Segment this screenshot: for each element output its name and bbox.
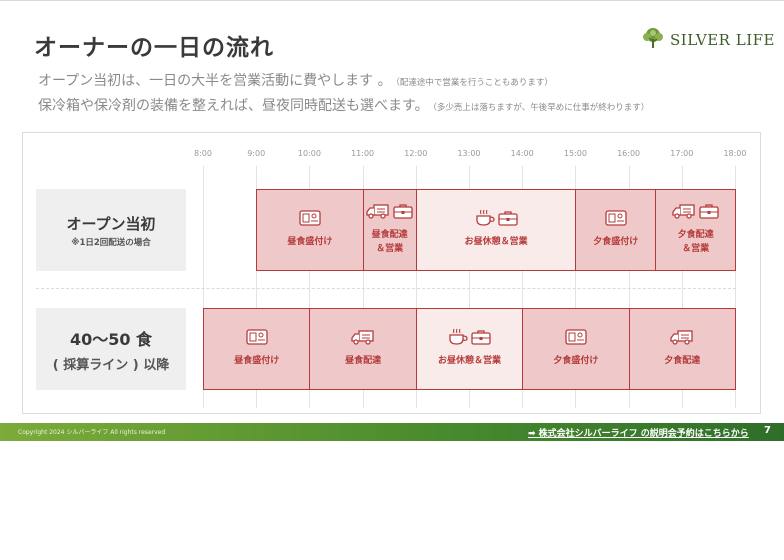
block-label: お昼休憩＆営業 xyxy=(464,237,528,247)
row-label-main: オープン当初 xyxy=(66,214,156,233)
schedule-block: 夕食配達 ＆営業 xyxy=(655,189,736,271)
schedule-block: 夕食盛付け xyxy=(522,308,630,390)
block-label: 昼食配達 ＆営業 xyxy=(371,230,408,254)
subtitle-line-1: オープン当初は、一日の大半を営業活動に費やします 。（配達途中で営業を行うことも… xyxy=(38,70,553,90)
meal-box-icon xyxy=(299,210,321,230)
logo-text: SILVER LIFE xyxy=(670,31,775,49)
briefcase-icon xyxy=(699,203,719,223)
page-title: オーナーの一日の流れ xyxy=(34,35,274,61)
briefcase-icon xyxy=(393,203,413,223)
time-tick: 18:00 xyxy=(723,149,747,158)
time-tick: 11:00 xyxy=(351,149,375,158)
tree-logo-icon xyxy=(640,27,666,53)
time-tick: 14:00 xyxy=(510,149,534,158)
row-label-sub: ※1日2回配送の場合 xyxy=(71,237,151,248)
row-label-sub: ( 採算ライン ) 以降 xyxy=(52,357,170,373)
schedule-block: お昼休憩＆営業 xyxy=(415,189,577,271)
meal-box-icon xyxy=(605,210,627,230)
time-tick: 8:00 xyxy=(194,149,212,158)
block-label: 昼食盛付け xyxy=(234,356,280,366)
block-icons xyxy=(565,329,587,349)
block-label: 昼食配達 xyxy=(345,356,382,366)
schedule-block: 昼食配達 ＆営業 xyxy=(362,189,417,271)
subtitle-text: 保冷箱や保冷剤の装備を整えれば、昼夜同時配送も選べます。 xyxy=(38,98,429,114)
schedule-block: 夕食盛付け xyxy=(575,189,657,271)
block-label: 夕食配達 ＆営業 xyxy=(677,230,714,254)
block-label: 夕食盛付け xyxy=(593,237,639,247)
block-icons xyxy=(672,204,719,222)
block-label: お昼休憩＆営業 xyxy=(437,356,501,366)
subtitle-line-2: 保冷箱や保冷剤の装備を整えれば、昼夜同時配送も選べます。 （多少売上は落ちますが、… xyxy=(38,95,649,115)
delivery-truck-icon xyxy=(351,329,375,349)
time-tick: 12:00 xyxy=(404,149,428,158)
block-icons xyxy=(605,210,627,230)
page-number: 7 xyxy=(764,425,771,436)
block-icons xyxy=(351,330,375,348)
subtitle-text: オープン当初は、一日の大半を営業活動に費やします 。 xyxy=(38,73,392,89)
schedule-block: 昼食盛付け xyxy=(203,308,311,390)
block-icons xyxy=(299,210,321,230)
schedule-block: 昼食配達 xyxy=(309,308,417,390)
copyright-text: Copyright 2024 シルバーライフ All rights reserv… xyxy=(18,429,166,436)
schedule-block: お昼休憩＆営業 xyxy=(415,308,524,390)
time-tick: 16:00 xyxy=(617,149,641,158)
meal-box-icon xyxy=(246,329,268,349)
time-tick: 13:00 xyxy=(457,149,481,158)
delivery-truck-icon xyxy=(670,329,694,349)
block-label: 夕食盛付け xyxy=(553,356,599,366)
schedule-block: 夕食配達 xyxy=(628,308,736,390)
row-label-opening: オープン当初 ※1日2回配送の場合 xyxy=(36,189,186,271)
delivery-truck-icon xyxy=(366,203,390,223)
coffee-cup-icon xyxy=(475,209,495,231)
company-logo[interactable]: SILVER LIFE xyxy=(640,27,775,53)
delivery-truck-icon xyxy=(672,203,696,223)
coffee-cup-icon xyxy=(448,328,468,350)
top-divider xyxy=(0,0,784,1)
block-label: 昼食盛付け xyxy=(287,237,333,247)
footer-bar: Copyright 2024 シルバーライフ All rights reserv… xyxy=(0,423,784,441)
block-icons xyxy=(448,328,491,350)
time-tick: 17:00 xyxy=(670,149,694,158)
briefcase-icon xyxy=(497,210,518,230)
time-tick: 15:00 xyxy=(563,149,587,158)
block-label: 夕食配達 xyxy=(664,356,701,366)
briefcase-icon xyxy=(471,329,491,349)
row-divider xyxy=(36,288,736,289)
subtitle-note: （配達途中で営業を行うこともあります） xyxy=(395,78,553,88)
block-icons xyxy=(475,209,518,231)
meal-box-icon xyxy=(565,329,587,349)
row-label-breakeven: 40〜50 食 ( 採算ライン ) 以降 xyxy=(36,308,186,390)
schedule-block: 昼食盛付け xyxy=(256,189,364,271)
subtitle-note: （多少売上は落ちますが、午後早めに仕事が終わります） xyxy=(432,103,650,113)
block-icons xyxy=(366,204,413,222)
block-icons xyxy=(246,329,268,349)
time-tick: 9:00 xyxy=(247,149,266,158)
time-tick: 10:00 xyxy=(297,149,321,158)
row-label-main: 40〜50 食 xyxy=(69,329,153,349)
seminar-booking-link[interactable]: ➡ 株式会社シルバーライフ の説明会予約はこちらから xyxy=(528,426,749,439)
block-icons xyxy=(670,330,694,348)
